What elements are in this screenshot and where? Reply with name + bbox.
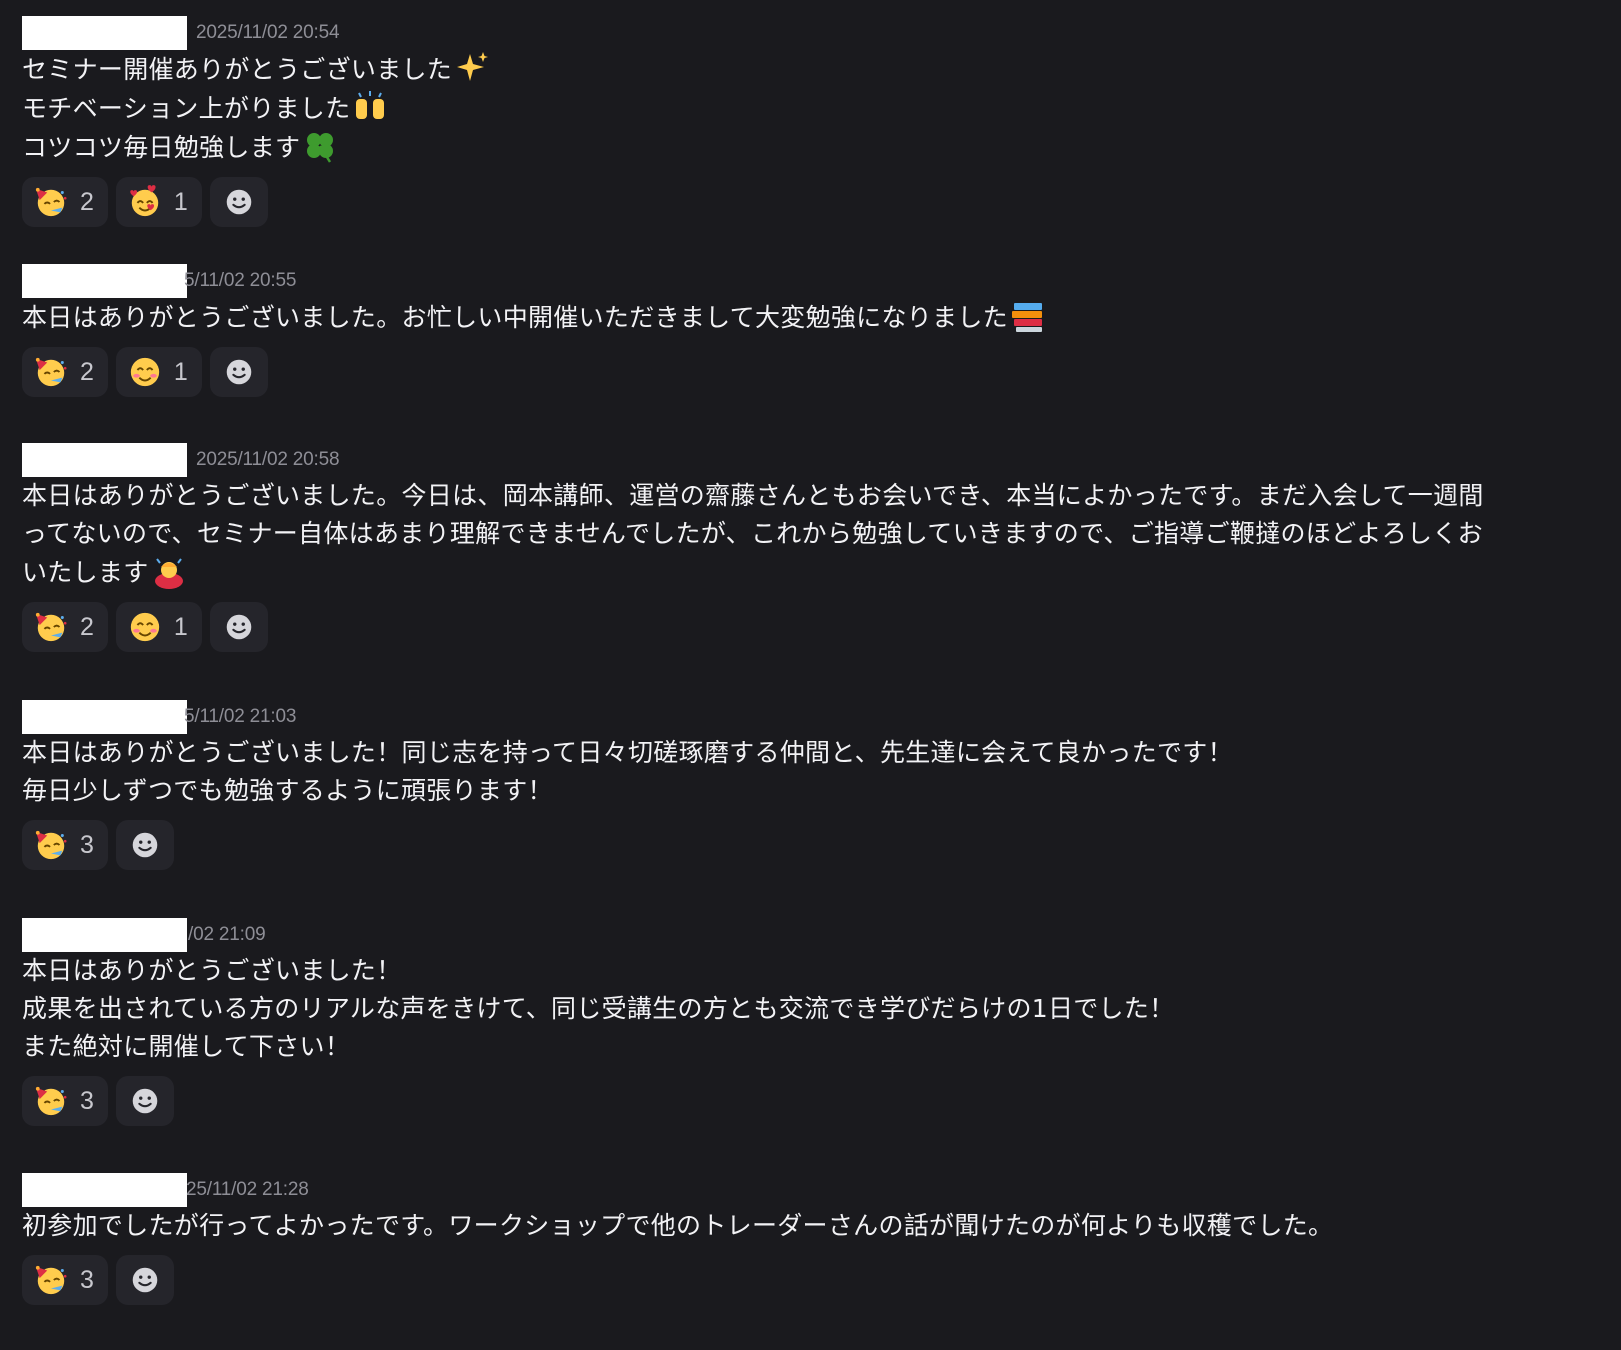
reaction-partying-face[interactable]: 3 <box>22 1255 108 1305</box>
reaction-smiling-face-with-hearts[interactable]: 1 <box>115 177 202 227</box>
reaction-partying-face[interactable]: 3 <box>22 820 108 870</box>
add-reaction-smiley-icon <box>131 1087 159 1115</box>
reaction-count: 2 <box>80 187 94 216</box>
message-line: 本日はありがとうございました！同じ志を持って日々切磋琢磨する仲間と、先生達に会え… <box>22 734 1621 772</box>
redacted-author-name <box>22 700 187 734</box>
message-timestamp: /02 21:09 <box>188 924 266 945</box>
message-body: 本日はありがとうございました。お忙しい中開催いただきまして大変勉強になりました … <box>22 298 1621 397</box>
message-text: 本日はありがとうございました。今日は、岡本講師、運営の齋藤さんともお会いでき、本… <box>22 481 1484 510</box>
message-line: コツコツ毎日勉強します <box>22 128 1621 167</box>
reaction-partying-face[interactable]: 3 <box>22 1076 108 1126</box>
partying-face-icon <box>34 611 68 643</box>
partying-face-icon <box>34 1085 68 1117</box>
message-line: 本日はありがとうございました。お忙しい中開催いただきまして大変勉強になりました <box>22 298 1621 337</box>
reaction-count: 1 <box>173 187 188 216</box>
reaction-bar: 2 1 <box>22 347 1621 397</box>
sparkles-icon <box>457 52 489 81</box>
message-body: 本日はありがとうございました！ 成果を出されている方のリアルな声をきけて、同じ受… <box>22 952 1621 1126</box>
redacted-author-name <box>22 918 187 952</box>
reaction-bar: 2 1 <box>22 177 1621 227</box>
add-reaction-smiley-icon <box>131 1266 159 1294</box>
add-reaction-button[interactable] <box>209 602 268 652</box>
message-line: 初参加でしたが行ってよかったです。ワークショップで他のトレーダーさんの話が聞けた… <box>22 1207 1621 1245</box>
message-text: 毎日少しずつでも勉強するように頑張ります！ <box>22 776 553 805</box>
reaction-count: 3 <box>80 830 94 859</box>
redacted-author-name <box>22 1173 187 1207</box>
add-reaction-smiley-icon <box>225 188 253 216</box>
partying-face-icon <box>34 186 68 218</box>
four-leaf-clover-icon <box>306 131 335 164</box>
add-reaction-button[interactable] <box>209 347 268 397</box>
person-bowing-icon <box>153 558 184 589</box>
message-line: 成果を出されている方のリアルな声をきけて、同じ受講生の方とも交流でき学びだらけの… <box>22 990 1621 1028</box>
message-line: セミナー開催ありがとうございました <box>22 50 1621 89</box>
message-text: 本日はありがとうございました！同じ志を持って日々切磋琢磨する仲間と、先生達に会え… <box>22 738 1233 767</box>
partying-face-icon <box>34 1264 68 1296</box>
add-reaction-button[interactable] <box>115 820 174 870</box>
reaction-bar: 3 <box>22 1076 1621 1126</box>
message-line: 本日はありがとうございました。今日は、岡本講師、運営の齋藤さんともお会いでき、本… <box>22 477 1621 515</box>
smiling-face-with-smiling-eyes-icon <box>129 356 161 388</box>
reaction-bar: 3 <box>22 820 1621 870</box>
message-body: 初参加でしたが行ってよかったです。ワークショップで他のトレーダーさんの話が聞けた… <box>22 1207 1621 1305</box>
message-body: セミナー開催ありがとうございました モチベーション上がりました コツコツ毎日勉強… <box>22 50 1621 227</box>
add-reaction-smiley-icon <box>225 613 253 641</box>
smiling-face-with-hearts-icon <box>129 185 160 218</box>
add-reaction-button[interactable] <box>209 177 268 227</box>
message-body: 本日はありがとうございました。今日は、岡本講師、運営の齋藤さんともお会いでき、本… <box>22 477 1621 652</box>
redacted-author-name <box>22 264 187 298</box>
message-text: また絶対に開催して下さい！ <box>22 1032 351 1061</box>
reaction-count: 3 <box>80 1265 94 1294</box>
message-text: セミナー開催ありがとうございました <box>22 55 453 84</box>
message-body: 本日はありがとうございました！同じ志を持って日々切磋琢磨する仲間と、先生達に会え… <box>22 734 1621 870</box>
reaction-bar: 3 <box>22 1255 1621 1305</box>
message-timestamp: 2025/11/02 20:54 <box>196 22 340 43</box>
books-icon <box>1011 303 1042 332</box>
message-timestamp: 5/11/02 20:55 <box>184 270 297 291</box>
redacted-author-name <box>22 16 187 50</box>
reaction-count: 2 <box>80 612 94 641</box>
message-text: モチベーション上がりました <box>22 94 351 123</box>
reaction-count: 2 <box>80 357 94 386</box>
message-line: 本日はありがとうございました！ <box>22 952 1621 990</box>
reaction-smiling-face-with-smiling-eyes[interactable]: 1 <box>115 347 202 397</box>
add-reaction-button[interactable] <box>115 1076 174 1126</box>
redacted-author-name <box>22 443 187 477</box>
raised-hands-icon <box>355 90 386 120</box>
add-reaction-smiley-icon <box>225 358 253 386</box>
reaction-count: 3 <box>80 1086 94 1115</box>
reaction-bar: 2 1 <box>22 602 1621 652</box>
add-reaction-button[interactable] <box>115 1255 174 1305</box>
reaction-partying-face[interactable]: 2 <box>22 347 108 397</box>
message-timestamp: 2025/11/02 20:58 <box>196 449 340 470</box>
message-text: 本日はありがとうございました。お忙しい中開催いただきまして大変勉強になりました <box>22 303 1008 332</box>
message-text: コツコツ毎日勉強します <box>22 133 301 162</box>
message-text: ってないので、セミナー自体はあまり理解できませんでしたが、これから勉強していきま… <box>22 519 1483 548</box>
message-text: 成果を出されている方のリアルな声をきけて、同じ受講生の方とも交流でき学びだらけの… <box>22 994 1175 1023</box>
add-reaction-smiley-icon <box>131 831 159 859</box>
reaction-partying-face[interactable]: 2 <box>22 177 108 227</box>
message-text: いたします <box>22 558 149 587</box>
message-line: 毎日少しずつでも勉強するように頑張ります！ <box>22 772 1621 810</box>
reaction-count: 1 <box>173 612 188 641</box>
message-timestamp: 25/11/02 21:28 <box>186 1179 309 1200</box>
message-text: 本日はありがとうございました！ <box>22 956 402 985</box>
message-text: 初参加でしたが行ってよかったです。ワークショップで他のトレーダーさんの話が聞けた… <box>22 1211 1334 1240</box>
message-line: いたします <box>22 553 1621 592</box>
message-line: また絶対に開催して下さい！ <box>22 1028 1621 1066</box>
smiling-face-with-smiling-eyes-icon <box>129 611 161 643</box>
message-line: モチベーション上がりました <box>22 89 1621 128</box>
message-line: ってないので、セミナー自体はあまり理解できませんでしたが、これから勉強していきま… <box>22 515 1621 553</box>
reaction-smiling-face-with-smiling-eyes[interactable]: 1 <box>115 602 202 652</box>
reaction-partying-face[interactable]: 2 <box>22 602 108 652</box>
reaction-count: 1 <box>173 357 188 386</box>
partying-face-icon <box>34 356 68 388</box>
partying-face-icon <box>34 829 68 861</box>
message-timestamp: 5/11/02 21:03 <box>184 706 297 727</box>
